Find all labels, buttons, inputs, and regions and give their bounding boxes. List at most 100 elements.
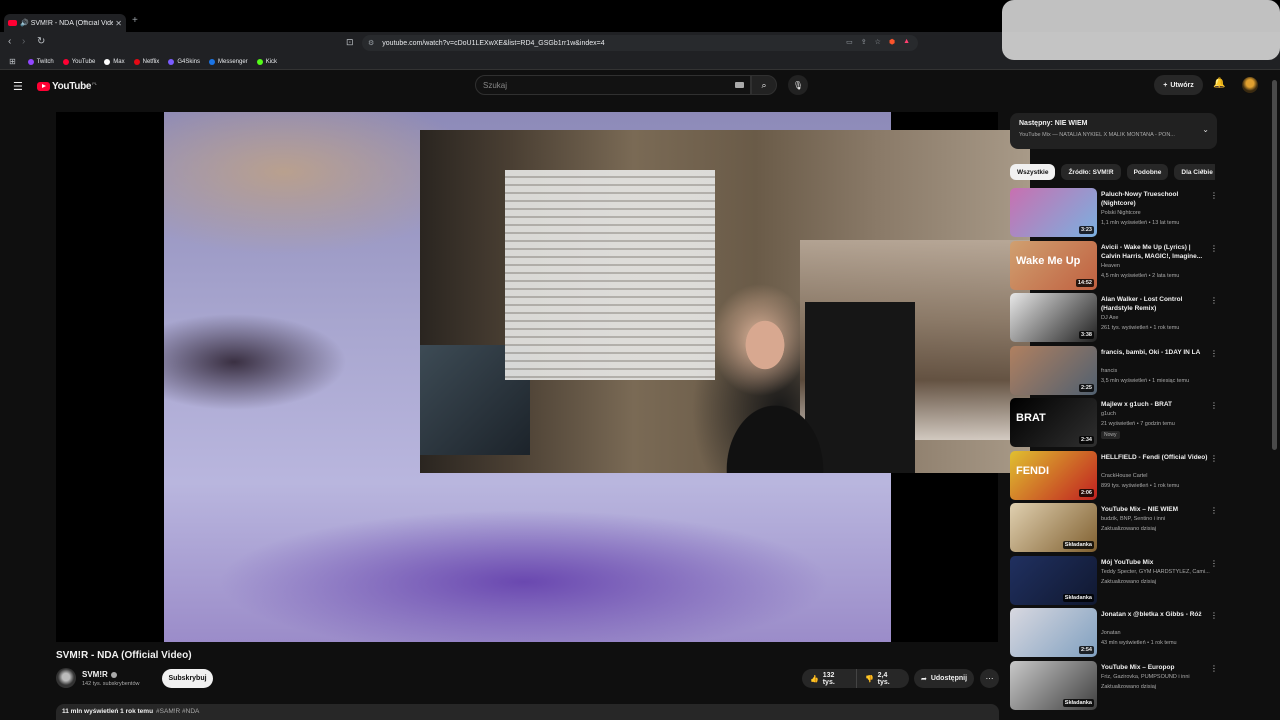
share-button[interactable]: ➦ Udostępnij (914, 669, 974, 688)
video-thumbnail[interactable]: 3:23 (1010, 188, 1097, 237)
reload-icon[interactable]: ↻ (37, 36, 45, 47)
youtube-logo[interactable]: YouTube PL (37, 81, 97, 92)
subscribe-button[interactable]: Subskrybuj (162, 669, 213, 688)
brave-shield-icon[interactable]: ⬢ (889, 38, 895, 46)
close-tab-icon[interactable]: ✕ (115, 19, 122, 28)
recommendation-title[interactable]: Mój YouTube Mix (1101, 558, 1209, 567)
create-button[interactable]: + Utwórz (1154, 75, 1203, 95)
channel-avatar[interactable] (56, 668, 76, 688)
recommendation-item[interactable]: Wake Me Up 14:52 Avicii - Wake Me Up (Lyri… (1010, 240, 1220, 294)
chevron-down-icon[interactable]: ⌄ (1202, 125, 1209, 134)
more-vertical-icon[interactable]: ⋮ (1210, 506, 1218, 515)
recommendation-channel[interactable]: g1uch (1101, 411, 1116, 417)
chevron-right-icon[interactable]: › (1201, 166, 1204, 175)
video-thumbnail[interactable]: 2:54 (1010, 608, 1097, 657)
page-scrollbar[interactable] (1272, 80, 1277, 450)
recommendation-channel[interactable]: CrackHouse Cartel (1101, 473, 1147, 479)
recommendation-item[interactable]: FENDI 2:06 HELLFIELD - Fendi (Official Vid… (1010, 450, 1220, 504)
browser-tab[interactable]: 🔊 SVM!R - NDA (Official Video) ✕ (4, 14, 126, 32)
share-page-icon[interactable]: ⇪ (861, 38, 867, 46)
recommendation-channel[interactable]: DJ Axe (1101, 315, 1118, 321)
video-thumbnail[interactable]: Składanka (1010, 503, 1097, 552)
more-vertical-icon[interactable]: ⋮ (1210, 401, 1218, 410)
chip-all[interactable]: Wszystkie (1010, 164, 1056, 180)
bookmark-netflix[interactable]: Netflix (133, 58, 159, 65)
mix-playlist-panel[interactable]: Następny: NIE WIEM YouTube Mix — NATALIA… (1010, 113, 1217, 149)
bookmark-max[interactable]: Max (104, 58, 125, 65)
bookmark-kick[interactable]: Kick (256, 58, 277, 65)
recommendation-channel[interactable]: Friz, Gazirovka, PUMPSOUND i inni (1101, 674, 1190, 680)
bookmark-youtube[interactable]: YouTube (62, 58, 95, 65)
more-vertical-icon[interactable]: ⋮ (1210, 611, 1218, 620)
recommendation-item[interactable]: 2:54 Jonatan x @bletka x Gibbs - Róż Jonat… (1010, 608, 1220, 661)
recommendation-channel[interactable]: budzik, BNP, Sentino i inni (1101, 516, 1165, 522)
more-vertical-icon[interactable]: ⋮ (1210, 454, 1218, 463)
recommendation-item[interactable]: Składanka YouTube Mix – NIE WIEM budzik, B… (1010, 503, 1220, 556)
channel-name[interactable]: SVM!R (82, 670, 117, 679)
video-thumbnail[interactable]: Składanka (1010, 660, 1097, 710)
recommendation-title[interactable]: YouTube Mix – NIE WIEM (1101, 505, 1209, 514)
hamburger-menu-icon[interactable]: ☰ (13, 80, 23, 93)
more-vertical-icon[interactable]: ⋮ (1210, 559, 1218, 568)
account-avatar[interactable] (1242, 77, 1258, 93)
bookmark-g4skins[interactable]: G4Skins (168, 58, 200, 65)
rewards-icon[interactable]: ▲ (903, 38, 910, 46)
recommendation-item[interactable]: Składanka YouTube Mix – Europop Friz, Gazi… (1010, 660, 1220, 714)
recommendation-channel[interactable]: francis (1101, 368, 1117, 374)
more-vertical-icon[interactable]: ⋮ (1210, 664, 1218, 673)
recommendation-channel[interactable]: Jonatan (1101, 630, 1121, 636)
more-actions-button[interactable]: ⋯ (980, 669, 999, 688)
speaker-icon[interactable]: 🔊 (20, 19, 29, 27)
notifications-bell-icon[interactable]: 🔔 (1213, 78, 1225, 89)
recommendation-channel[interactable]: Polski Nightcore (1101, 210, 1141, 216)
recommendation-title[interactable]: HELLFIELD - Fendi (Official Video) (1101, 453, 1209, 462)
recommendation-meta: 1,1 mln wyświetleń • 13 lat temu (1101, 220, 1180, 226)
recommendation-item[interactable]: 2:25 francis, bambi, Oki - 1DAY IN LA fran… (1010, 345, 1220, 399)
recommendation-item[interactable]: 3:23 Paluch-Nowy Trueschool (Nightcore) Po… (1010, 188, 1220, 241)
keyboard-icon[interactable] (735, 82, 744, 88)
more-vertical-icon[interactable]: ⋮ (1210, 296, 1218, 305)
hashtags[interactable]: #SAM!R #NDA (156, 708, 199, 715)
new-tab-icon[interactable]: + (132, 15, 138, 26)
recommendation-title[interactable]: Avicii - Wake Me Up (Lyrics) | Calvin Ha… (1101, 243, 1209, 261)
apps-grid-icon[interactable]: ⊞ (9, 57, 16, 66)
bookmark-twitch[interactable]: Twitch (27, 58, 54, 65)
more-vertical-icon[interactable]: ⋮ (1210, 244, 1218, 253)
description-box[interactable]: 11 mln wyświetleń 1 rok temu #SAM!R #NDA (56, 704, 999, 720)
more-vertical-icon[interactable]: ⋮ (1210, 349, 1218, 358)
search-input[interactable]: Szukaj (475, 75, 751, 95)
star-icon[interactable]: ☆ (875, 38, 881, 46)
recommendation-title[interactable]: Paluch-Nowy Trueschool (Nightcore) (1101, 190, 1209, 208)
recommendation-item[interactable]: 3:38 Alan Walker - Lost Control (Hardstyl… (1010, 293, 1220, 346)
video-thumbnail[interactable]: Składanka (1010, 555, 1097, 605)
recommendation-title[interactable]: francis, bambi, Oki - 1DAY IN LA (1101, 348, 1209, 357)
voice-search-button[interactable]: 🎙 (788, 75, 808, 95)
like-button[interactable]: 👍 132 tys. (802, 669, 857, 688)
more-vertical-icon[interactable]: ⋮ (1210, 191, 1218, 200)
site-info-icon[interactable]: ⚙ (368, 39, 374, 47)
recommendation-title[interactable]: Majlew x g1uch - BRAT (1101, 400, 1209, 409)
cast-icon[interactable]: ▭ (846, 38, 853, 46)
back-icon[interactable]: ‹ (8, 36, 11, 47)
bookmark-messenger[interactable]: Messenger (209, 58, 248, 65)
bookmark-icon[interactable]: ⊡ (346, 37, 354, 48)
recommendation-channel[interactable]: Heaven (1101, 263, 1120, 269)
recommendation-title[interactable]: YouTube Mix – Europop (1101, 663, 1209, 672)
recommendation-channel[interactable]: Teddy Specter, GYM HARDSTYLEZ, Cami... (1101, 569, 1210, 575)
recommendation-item[interactable]: BRAT 2:34 Majlew x g1uch - BRAT g1uch 21 wyś… (1010, 398, 1220, 451)
video-thumbnail[interactable]: 3:38 (1010, 293, 1097, 342)
recommendation-title[interactable]: Alan Walker - Lost Control (Hardstyle Re… (1101, 295, 1209, 313)
video-thumbnail[interactable]: BRAT 2:34 (1010, 398, 1097, 447)
video-thumbnail[interactable]: Wake Me Up 14:52 (1010, 240, 1097, 290)
recommendation-title[interactable]: Jonatan x @bletka x Gibbs - Róż (1101, 610, 1209, 619)
video-thumbnail[interactable]: FENDI 2:06 (1010, 450, 1097, 500)
chip-source[interactable]: Źródło: SVM!R (1061, 164, 1121, 180)
chip-for-you[interactable]: Dla Ciebie (1174, 164, 1215, 180)
recommendation-item[interactable]: Składanka Mój YouTube Mix Teddy Specter, G… (1010, 555, 1220, 609)
forward-icon[interactable]: › (22, 36, 25, 47)
chip-related[interactable]: Podobne (1126, 164, 1169, 180)
video-thumbnail[interactable]: 2:25 (1010, 345, 1097, 395)
address-bar[interactable]: ⚙ youtube.com/watch?v=cDoU1LEXwXE&list=R… (362, 35, 918, 51)
search-button[interactable]: ⌕ (751, 75, 777, 95)
dislike-button[interactable]: 👎 2,4 tys. (857, 669, 909, 688)
